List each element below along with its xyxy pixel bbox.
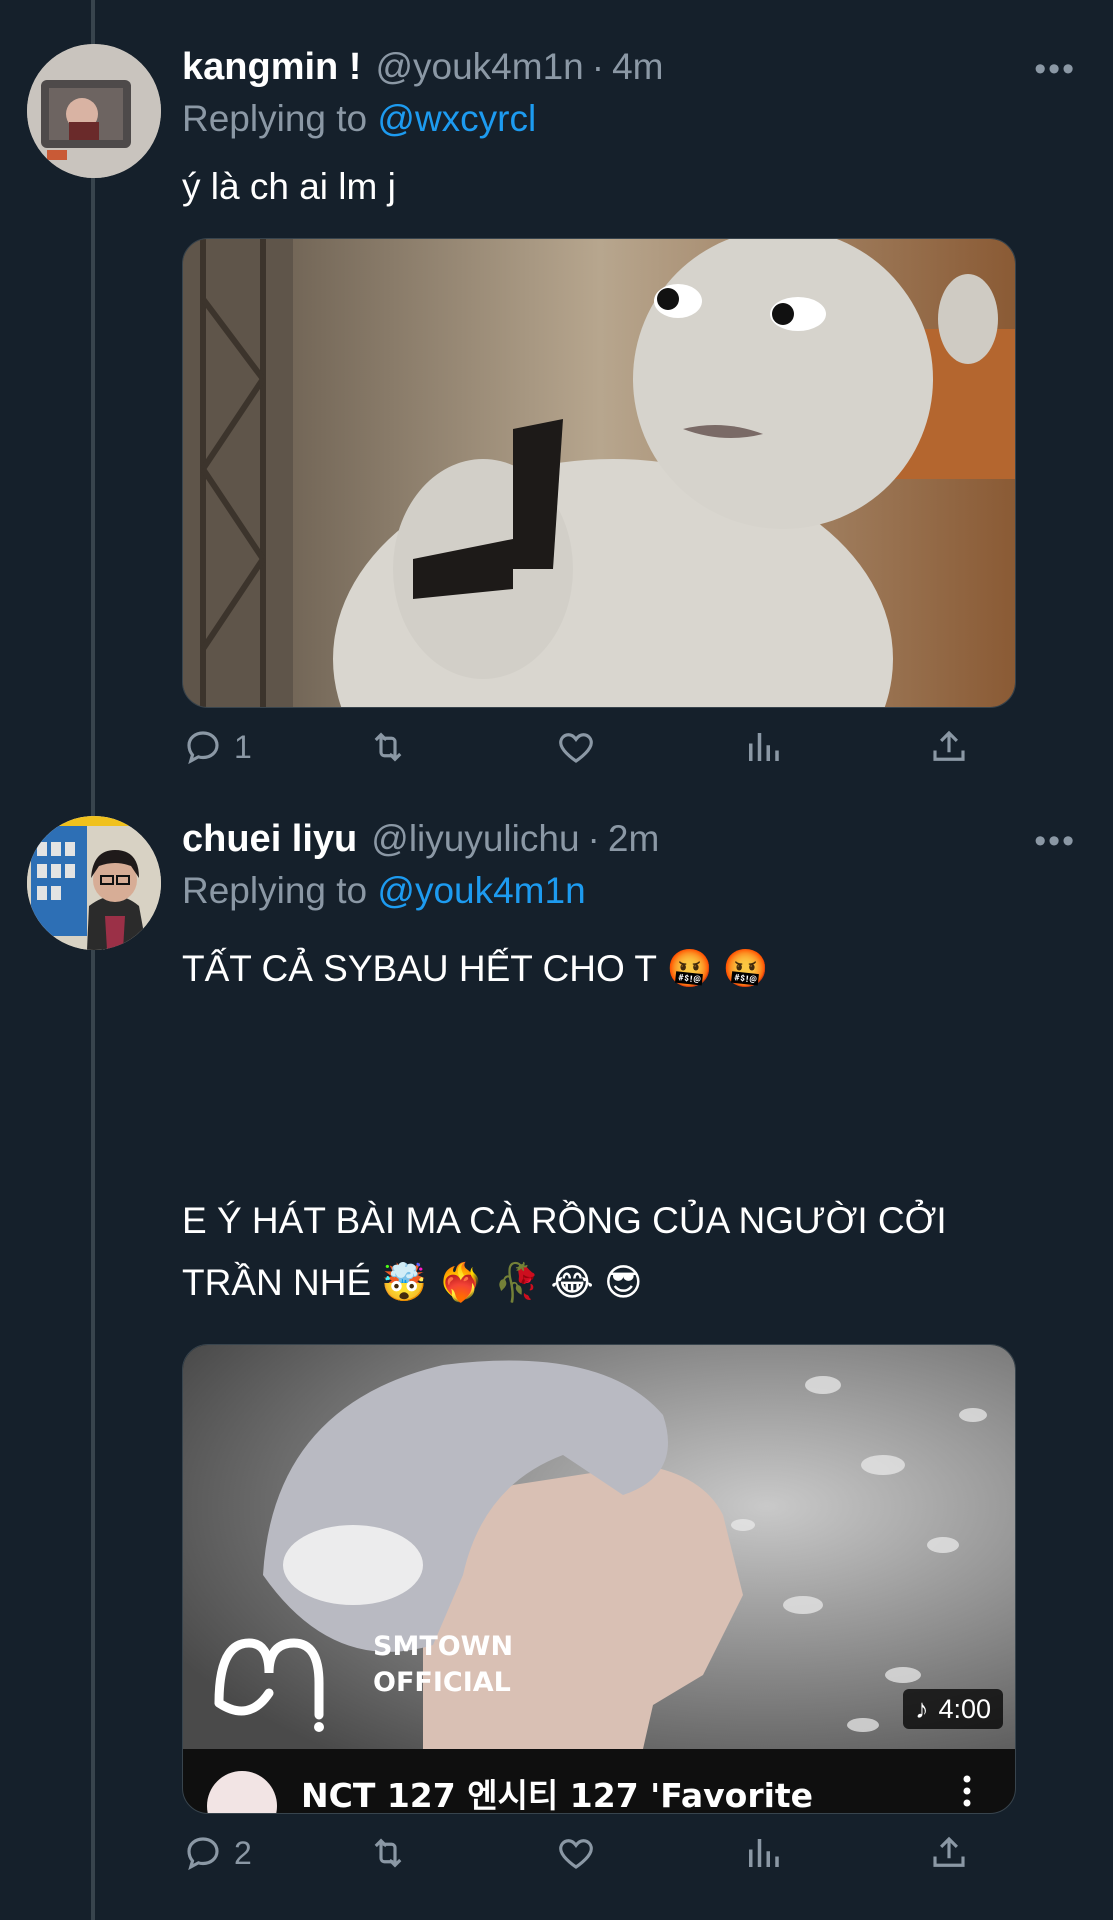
retweet-button[interactable] xyxy=(367,1832,409,1874)
tweet-image[interactable] xyxy=(182,238,1016,708)
display-name[interactable]: kangmin ! xyxy=(182,46,361,89)
like-button[interactable] xyxy=(555,1832,597,1874)
username[interactable]: @liyuyulichu xyxy=(371,818,579,860)
music-note-icon: ♪ xyxy=(914,1693,929,1724)
separator: · xyxy=(587,818,600,859)
analytics-icon xyxy=(749,733,779,761)
heart-icon xyxy=(559,733,593,763)
separator: · xyxy=(591,46,605,87)
smtown-logo xyxy=(209,1623,333,1733)
video-title[interactable]: NCT 127 엔시티 127 'Favorite xyxy=(301,1769,813,1813)
thread-line xyxy=(91,0,95,1920)
tweet-text-line-1: TẤT CẢ SYBAU HẾT CHO T 🤬 🤬 xyxy=(182,948,769,989)
share-button[interactable] xyxy=(928,726,970,768)
replying-to: Replying to @youk4m1n xyxy=(182,870,586,912)
display-name[interactable]: chuei liyu xyxy=(182,818,357,861)
channel-avatar[interactable] xyxy=(207,1771,277,1813)
more-icon[interactable]: ••• xyxy=(1034,822,1076,861)
reply-count: 2 xyxy=(234,1834,252,1871)
reply-icon xyxy=(187,731,219,765)
replying-to-link[interactable]: @youk4m1n xyxy=(377,870,585,911)
reply-button[interactable]: 1 xyxy=(182,726,252,768)
video-menu-icon[interactable] xyxy=(963,1771,971,1811)
duration: 4:00 xyxy=(938,1693,991,1724)
timestamp[interactable]: 2m xyxy=(608,818,659,860)
replying-label: Replying to xyxy=(182,98,368,139)
username[interactable]: @youk4m1n xyxy=(375,46,583,88)
tweet-actions: 2 xyxy=(182,1832,982,1882)
video-thumbnail[interactable]: SMTOWN OFFICIAL ♪ 4:00 xyxy=(183,1345,1015,1749)
reply-button[interactable]: 2 xyxy=(182,1832,252,1874)
more-icon[interactable]: ••• xyxy=(1034,50,1076,89)
retweet-icon xyxy=(374,1838,402,1868)
tweet-actions: 1 xyxy=(182,726,982,776)
tweet-header: chuei liyu @liyuyulichu · 2m xyxy=(182,818,659,861)
reply-icon xyxy=(187,1837,219,1871)
channel-line-1: SMTOWN xyxy=(373,1631,514,1662)
avatar[interactable] xyxy=(27,816,161,950)
avatar[interactable] xyxy=(27,44,161,178)
share-icon xyxy=(933,730,965,761)
retweet-icon xyxy=(374,732,402,762)
video-card[interactable]: SMTOWN OFFICIAL ♪ 4:00 NCT 127 엔시티 127 '… xyxy=(182,1344,1016,1814)
replying-label: Replying to xyxy=(182,870,368,911)
replying-to-link[interactable]: @wxcyrcl xyxy=(377,98,536,139)
analytics-icon xyxy=(749,1839,779,1867)
tweet-text-line-3: TRẦN NHÉ 🤯 ❤️‍🔥 🥀 😂 😎 xyxy=(182,1262,643,1303)
heart-icon xyxy=(559,1839,593,1869)
tweet-text-line-2: E Ý HÁT BÀI MA CÀ RỒNG CỦA NGƯỜI CỞI xyxy=(182,1200,947,1241)
reply-count: 1 xyxy=(234,728,252,765)
views-button[interactable] xyxy=(742,726,784,768)
share-icon xyxy=(933,1836,965,1867)
share-button[interactable] xyxy=(928,1832,970,1874)
views-button[interactable] xyxy=(742,1832,784,1874)
retweet-button[interactable] xyxy=(367,726,409,768)
channel-watermark: SMTOWN OFFICIAL xyxy=(373,1629,513,1701)
channel-line-2: OFFICIAL xyxy=(373,1667,511,1698)
tweet-text: ý là ch ai lm j xyxy=(182,166,396,207)
replying-to: Replying to @wxcyrcl xyxy=(182,98,536,140)
duration-badge: ♪ 4:00 xyxy=(902,1689,1003,1729)
tweet-header: kangmin ! @youk4m1n · 4m xyxy=(182,46,663,89)
timestamp[interactable]: 4m xyxy=(612,46,663,88)
like-button[interactable] xyxy=(555,726,597,768)
